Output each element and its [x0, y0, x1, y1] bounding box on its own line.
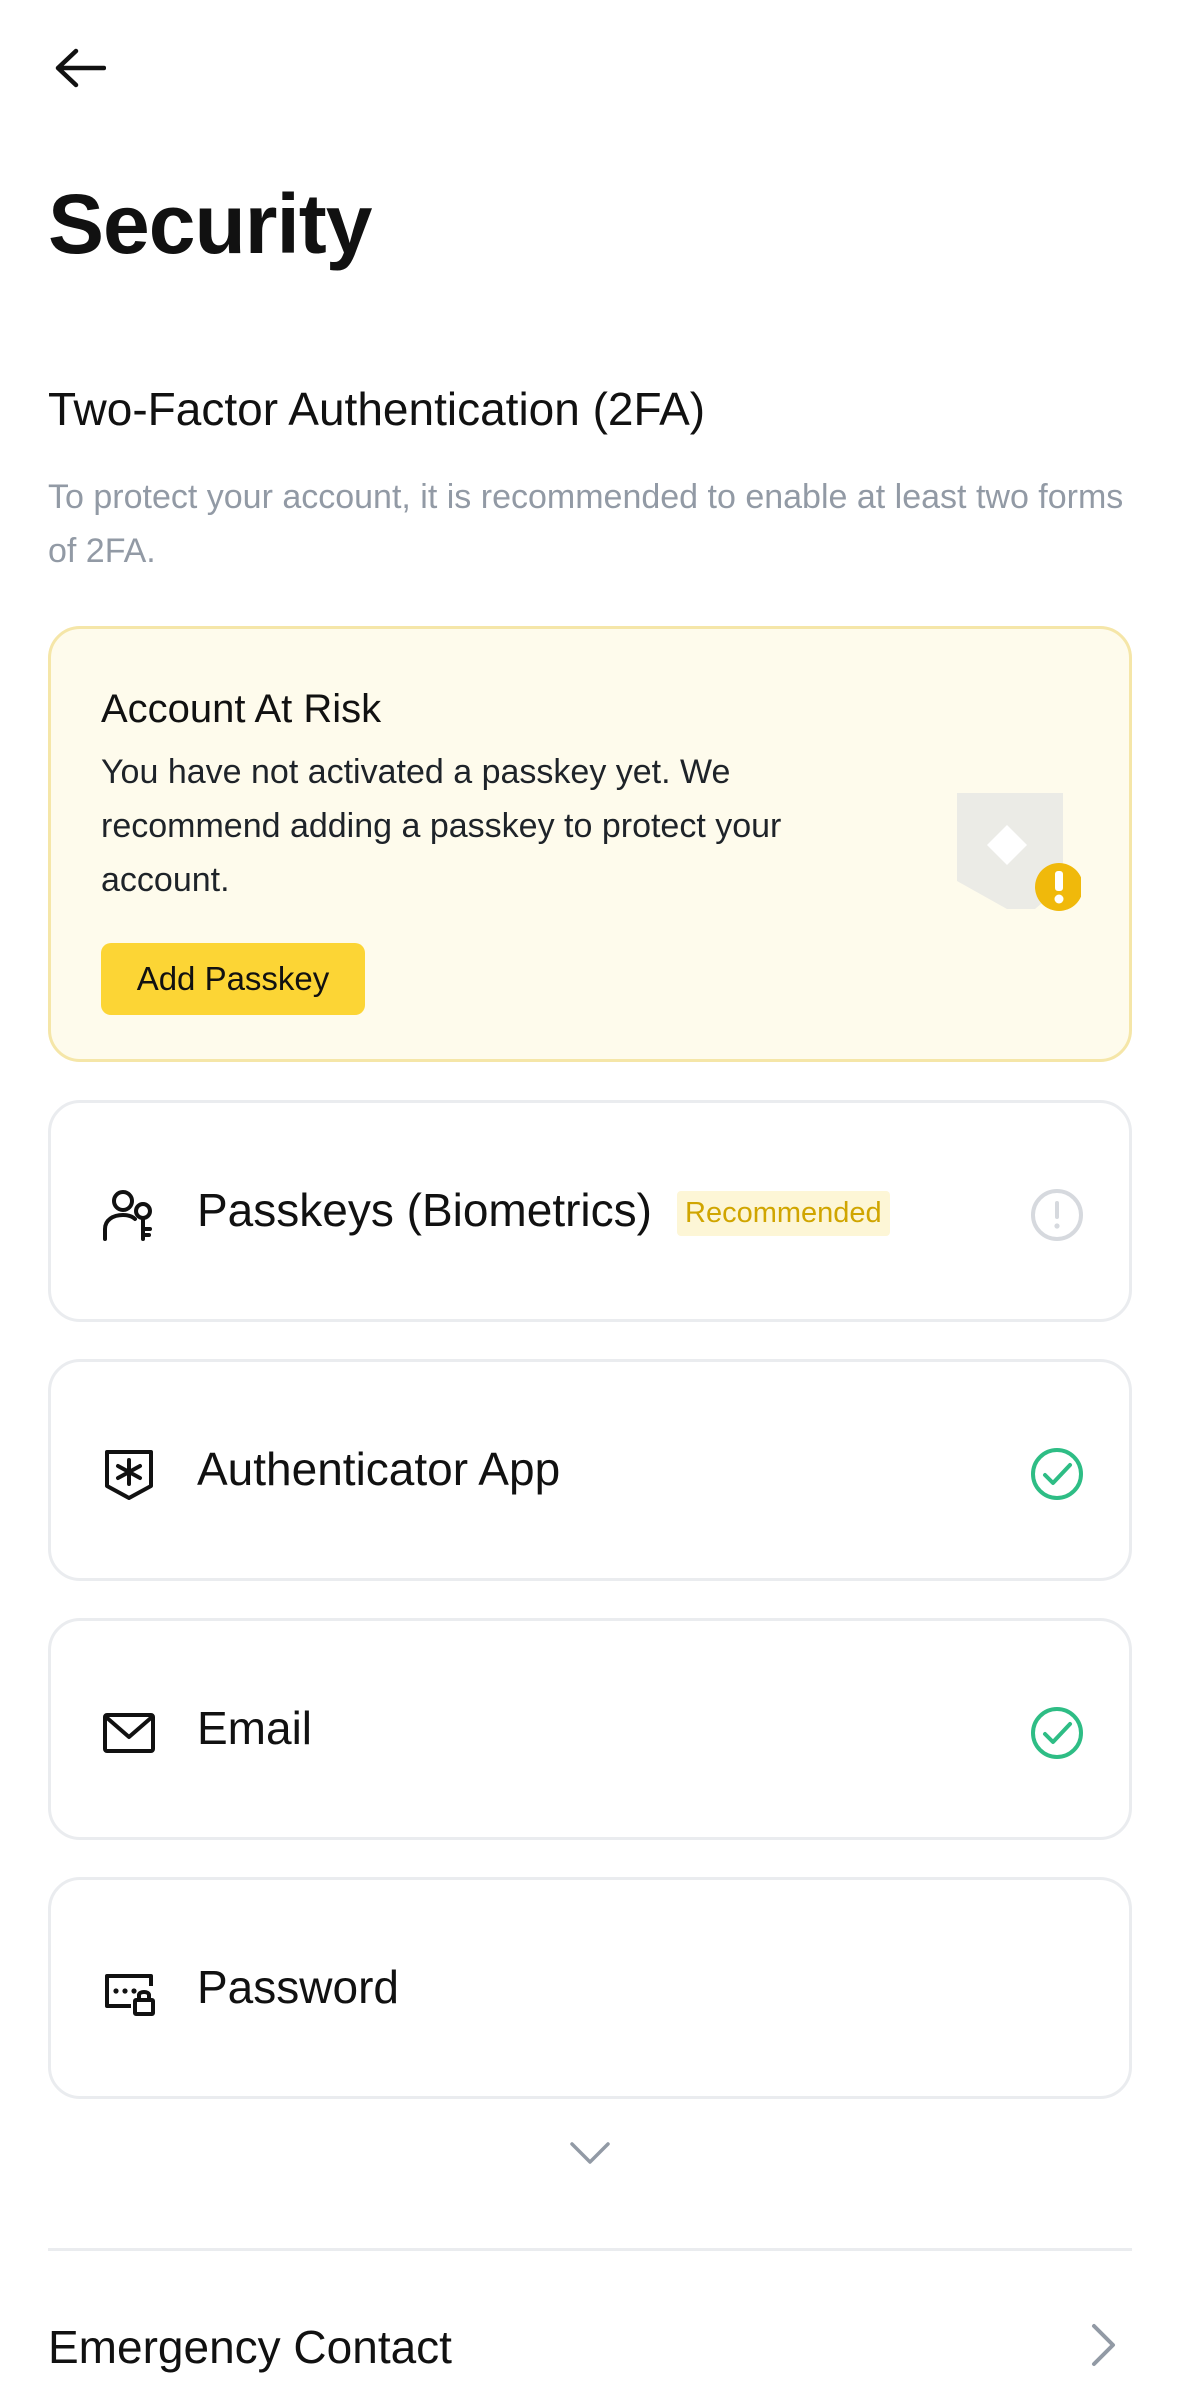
envelope-icon	[103, 1713, 155, 1753]
chevron-right-icon	[1092, 2324, 1115, 2366]
method-passkeys[interactable]: Passkeys (Biometrics) Recommended	[48, 1100, 1132, 1322]
divider	[48, 2248, 1132, 2251]
emergency-contact-row[interactable]: Emergency Contact	[0, 2300, 1179, 2390]
method-label: Authenticator App	[197, 1443, 561, 1495]
shield-warning-icon	[957, 793, 1081, 911]
risk-text: You have not activated a passkey yet. We…	[101, 753, 782, 899]
person-key-icon	[103, 1190, 152, 1241]
risk-title: Account At Risk	[101, 687, 382, 731]
method-authenticator-app[interactable]: Authenticator App	[48, 1359, 1132, 1581]
shield-asterisk-icon	[105, 1450, 153, 1500]
recommended-badge: Recommended	[677, 1191, 890, 1236]
back-button[interactable]	[50, 44, 110, 92]
section-description: To protect your account, it is recommend…	[48, 478, 1124, 570]
section-title-2fa: Two-Factor Authentication (2FA)	[48, 383, 706, 435]
method-label: Passkeys (Biometrics)	[197, 1184, 652, 1236]
warning-circle-icon	[1031, 1189, 1083, 1241]
method-label: Email	[197, 1702, 313, 1754]
check-circle-icon	[1031, 1707, 1083, 1759]
page-title: Security	[48, 177, 372, 271]
chevron-down-icon[interactable]	[568, 2138, 612, 2168]
password-lock-icon	[105, 1974, 155, 2016]
add-passkey-button[interactable]: Add Passkey	[101, 943, 365, 1015]
method-password[interactable]: Password	[48, 1877, 1132, 2099]
account-at-risk-card: Account At Risk You have not activated a…	[48, 626, 1132, 1062]
emergency-contact-label: Emergency Contact	[48, 2321, 452, 2373]
method-email[interactable]: Email	[48, 1618, 1132, 1840]
arrow-left-icon	[55, 48, 106, 88]
method-label: Password	[197, 1961, 399, 2013]
check-circle-icon	[1031, 1448, 1083, 1500]
